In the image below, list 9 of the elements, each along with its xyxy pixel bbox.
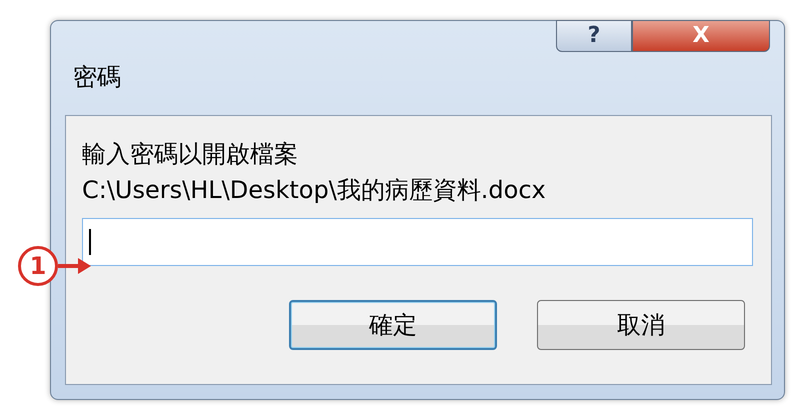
step-marker: 1	[18, 246, 58, 286]
pointer-arrow	[58, 256, 92, 276]
help-button[interactable]: ?	[556, 20, 632, 52]
file-path: C:\Users\HL\Desktop\我的病歷資料.docx	[82, 175, 547, 206]
window-title: 密碼	[73, 62, 121, 93]
prompt-text: 輸入密碼以開啟檔案	[82, 139, 299, 170]
password-field[interactable]	[82, 218, 753, 266]
dialog-button[interactable]: 確定	[289, 300, 497, 350]
dialog-button[interactable]: 取消	[537, 300, 745, 350]
